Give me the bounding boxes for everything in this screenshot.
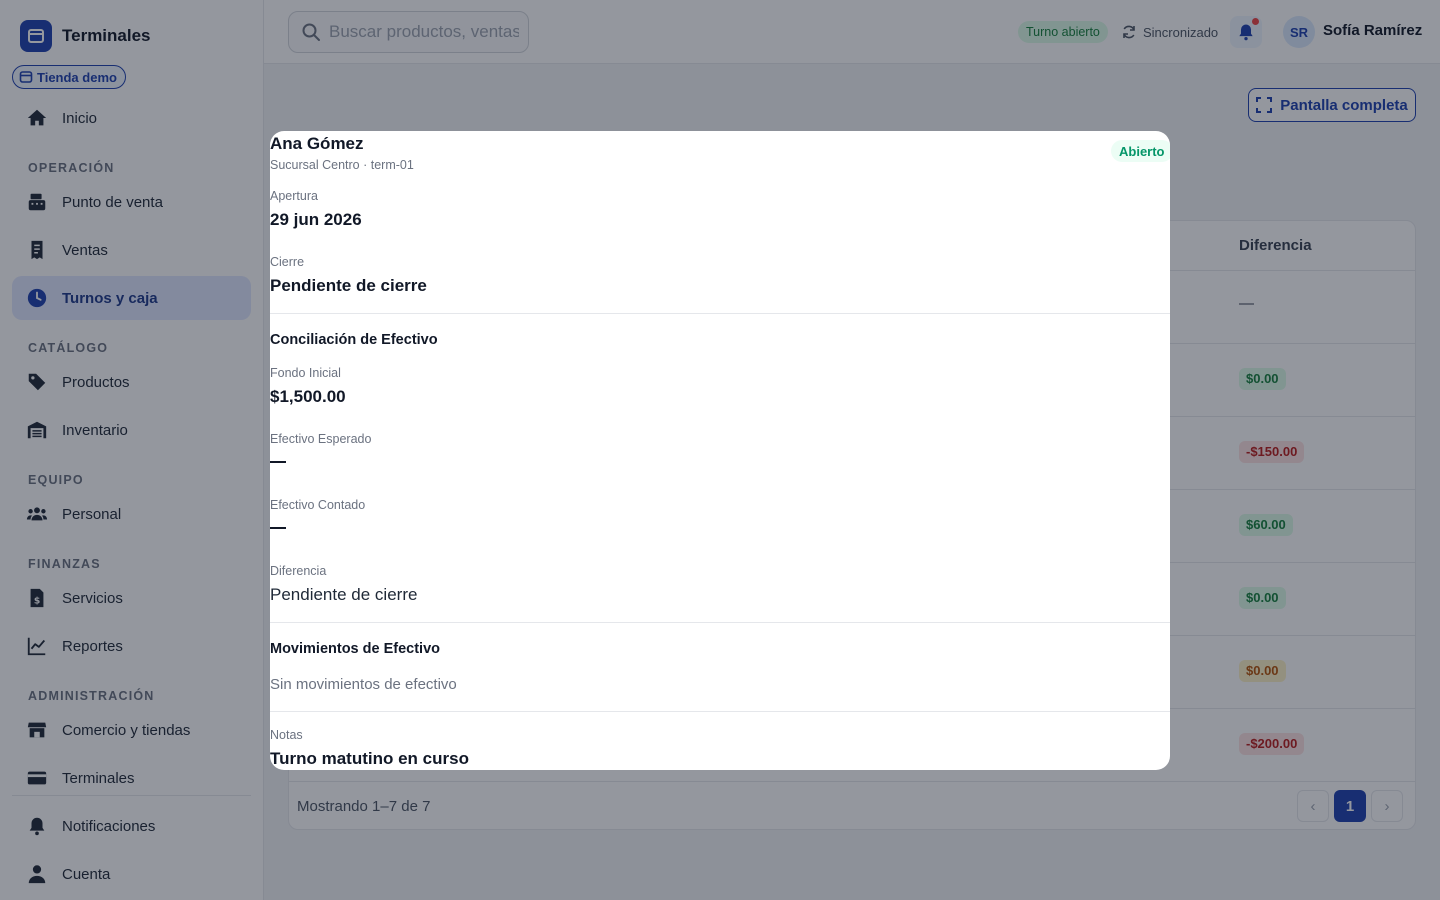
conciliacion-title: Conciliación de Efectivo	[270, 332, 438, 348]
status-badge: Abierto	[1111, 140, 1170, 162]
efectivo-contado-empty	[270, 527, 286, 529]
movimientos-empty-state: Sin movimientos de efectivo	[270, 676, 457, 693]
efectivo-esperado-label: Efectivo Esperado	[270, 432, 372, 446]
section-divider	[270, 711, 1170, 712]
apertura-label: Apertura	[270, 189, 318, 203]
shift-detail-modal: Ana Gómez Sucursal Centro · term-01 Abie…	[270, 131, 1170, 770]
section-divider	[270, 313, 1170, 314]
modal-title: Ana Gómez	[270, 134, 364, 153]
efectivo-esperado-empty	[270, 461, 286, 463]
section-divider	[270, 622, 1170, 623]
diferencia-value: Pendiente de cierre	[270, 585, 418, 604]
fondo-inicial-label: Fondo Inicial	[270, 366, 341, 380]
notas-value: Turno matutino en curso	[270, 749, 469, 768]
cierre-label: Cierre	[270, 255, 305, 269]
cierre-value: Pendiente de cierre	[270, 276, 427, 295]
efectivo-contado-label: Efectivo Contado	[270, 498, 366, 512]
apertura-value: 29 jun 2026	[270, 210, 362, 229]
diferencia-label: Diferencia	[270, 564, 327, 578]
modal-subtitle: Sucursal Centro · term-01	[270, 158, 414, 172]
notas-label: Notas	[270, 728, 303, 742]
fondo-inicial-value: $1,500.00	[270, 387, 346, 406]
movimientos-title: Movimientos de Efectivo	[270, 641, 441, 657]
